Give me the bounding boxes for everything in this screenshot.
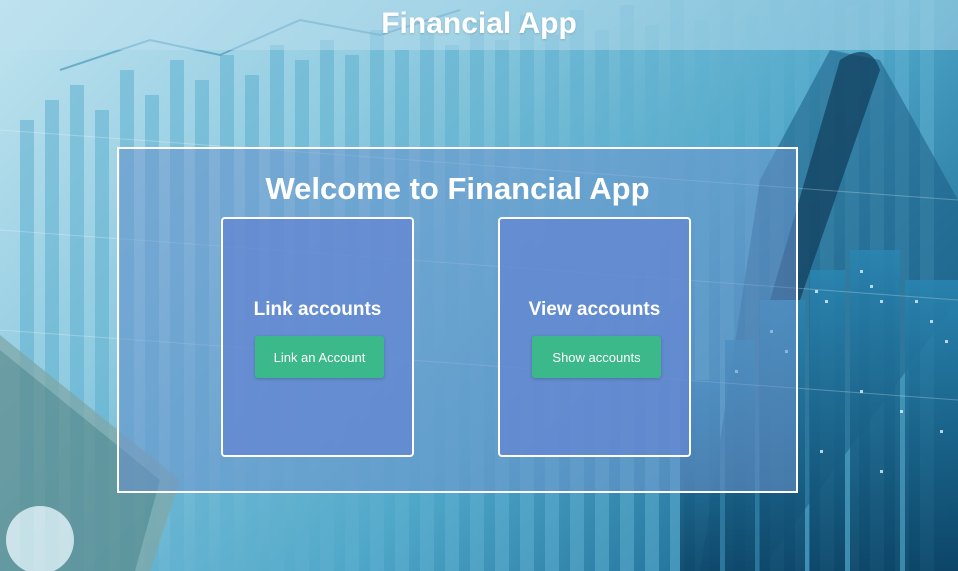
show-accounts-button[interactable]: Show accounts — [532, 336, 661, 378]
app-title: Financial App — [381, 7, 577, 40]
view-accounts-card: View accounts Show accounts — [498, 217, 691, 457]
welcome-heading: Welcome to Financial App — [265, 171, 650, 206]
link-accounts-card: Link accounts Link an Account — [221, 217, 414, 457]
link-account-button[interactable]: Link an Account — [255, 336, 384, 378]
app-window: Financial App Welcome to Financial App L… — [0, 0, 958, 571]
header-bar: Financial App — [0, 0, 958, 50]
link-accounts-title: Link accounts — [253, 299, 382, 320]
welcome-panel: Welcome to Financial App Link accounts L… — [117, 147, 798, 493]
view-accounts-title: View accounts — [528, 299, 661, 320]
